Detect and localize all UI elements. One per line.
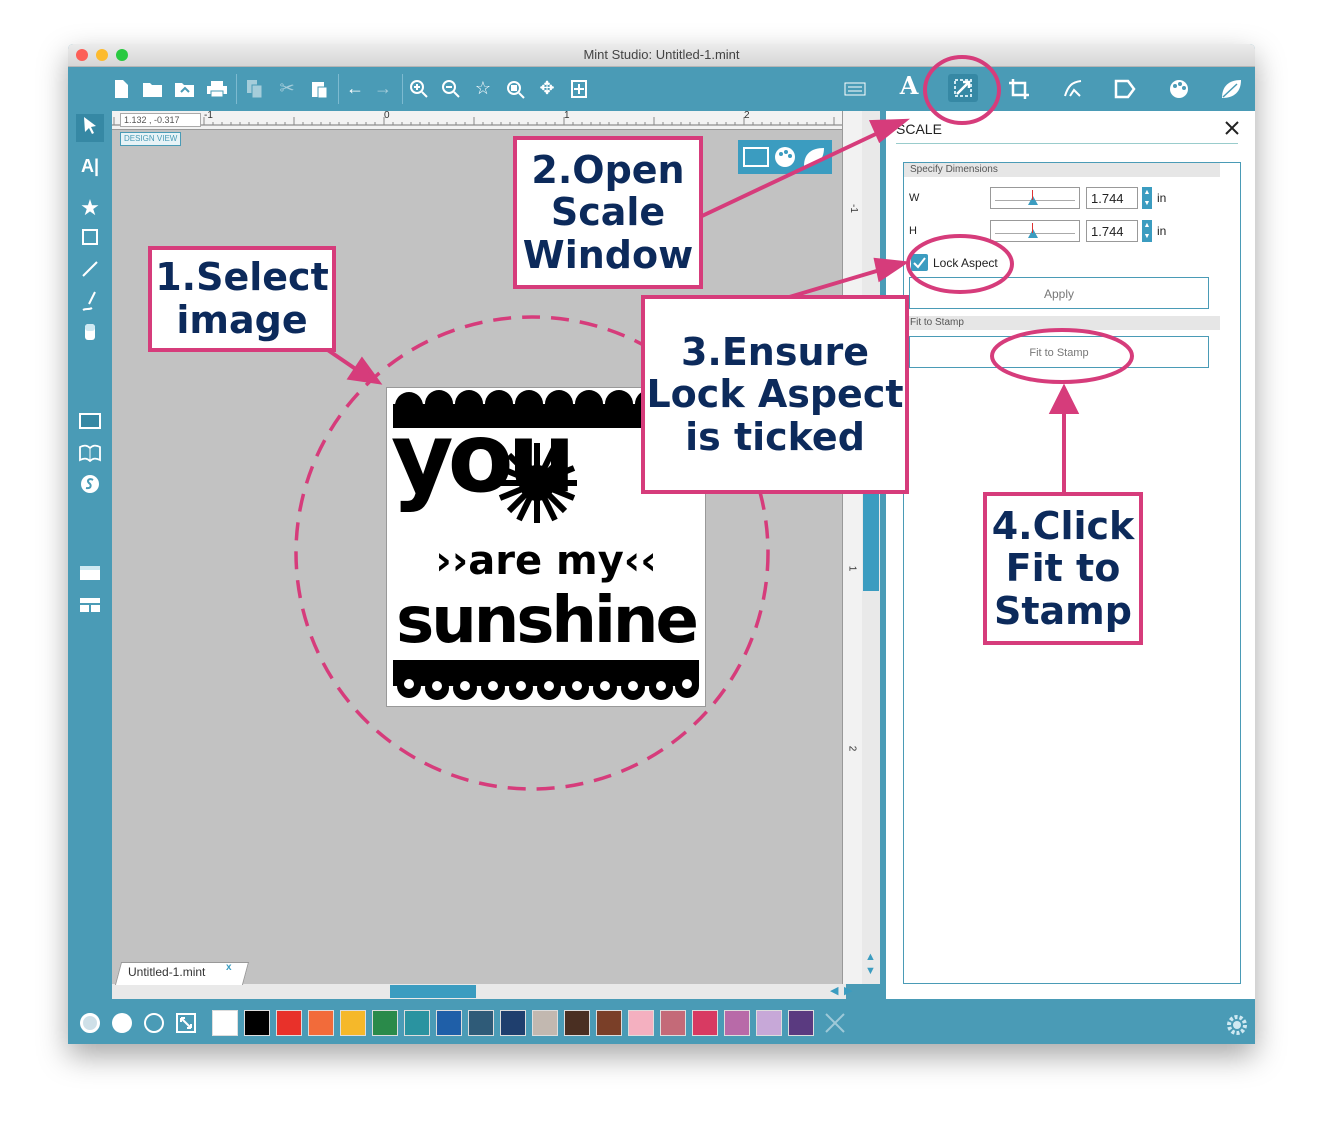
arrowhead	[1048, 383, 1080, 414]
callout-open-scale-window: 2.Open Scale Window	[513, 136, 703, 289]
arrowhead	[868, 118, 910, 144]
arrowhead	[346, 356, 383, 385]
fit-to-stamp-highlight	[990, 328, 1134, 384]
arrow-open-scale	[701, 130, 881, 218]
callout-fit-to-stamp: 4.Click Fit to Stamp	[983, 492, 1143, 645]
callout-select-image: 1.Select image	[148, 246, 336, 352]
arrow-lock-aspect	[785, 268, 881, 300]
arrowhead	[873, 257, 910, 283]
callout-lock-aspect: 3.Ensure Lock Aspect is ticked	[641, 295, 909, 494]
lock-aspect-highlight	[906, 234, 1014, 294]
scale-icon-highlight	[923, 55, 1001, 125]
